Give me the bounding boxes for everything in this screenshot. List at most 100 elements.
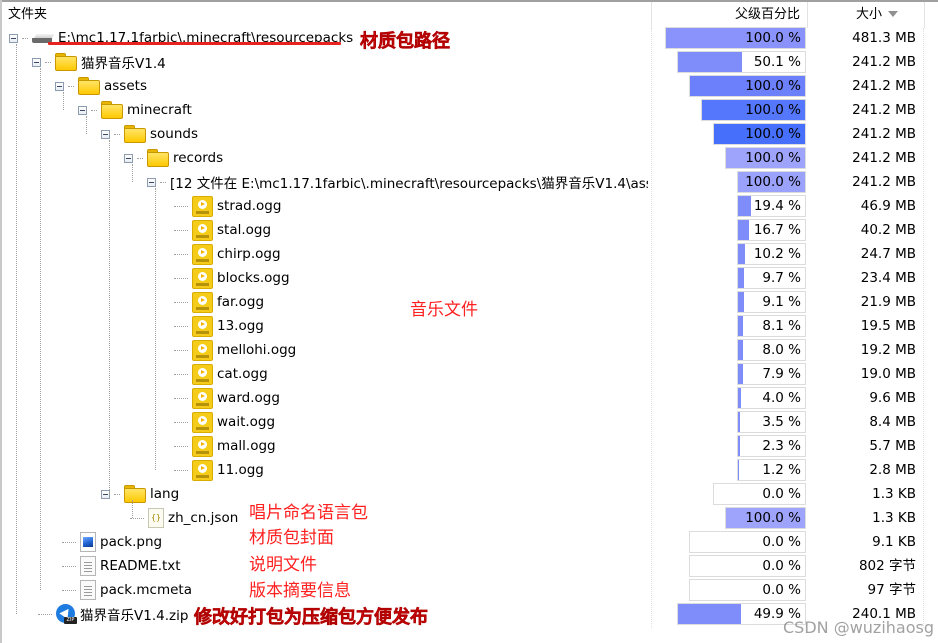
tree-row[interactable]: chirp.ogg 10.2 % 24.7 MB [0,242,938,266]
tree-connector [174,397,188,399]
column-header: 文件夹 父级百分比 大小 [2,2,938,28]
percent-bar: 10.2 % [737,243,806,265]
percent-bar-fill [738,244,745,264]
audio-file-icon [192,315,213,337]
tree-row[interactable]: pack.png 0.0 % 9.1 KB [0,530,938,554]
text-file-icon [80,556,96,576]
tree-guide-line [109,140,110,494]
percent-bar: 7.9 % [737,363,806,385]
column-header-size[interactable]: 大小 [810,2,898,28]
tree-connector [174,373,188,375]
percent-value: 0.0 % [762,558,801,574]
tree-cell: wait.ogg [174,410,275,434]
tree-cell: stal.ogg [174,218,271,242]
percent-value: 100.0 % [745,174,801,190]
tree-row[interactable]: {} zh_cn.json 100.0 % 1.3 KB [0,506,938,530]
tree-row[interactable]: strad.ogg 19.4 % 46.9 MB [0,194,938,218]
percent-value: 100.0 % [745,126,801,142]
size-value: 19.0 MB [860,366,916,382]
tree-row[interactable]: pack.mcmeta 0.0 % 97 字节 [0,578,938,602]
tree-row[interactable]: wait.ogg 3.5 % 8.4 MB [0,410,938,434]
item-name: assets [104,78,147,94]
percent-bar-fill [738,316,744,336]
tree-connector [22,37,28,39]
tree-connector [174,349,188,351]
item-name: minecraft [127,102,192,118]
tree-connector [174,229,188,231]
percent-value: 10.2 % [753,246,801,262]
percent-bar: 4.0 % [737,387,806,409]
audio-file-icon [192,339,213,361]
tree-guide-line [132,500,133,518]
collapse-toggle-icon[interactable] [124,153,133,163]
percent-bar-fill [738,196,751,216]
size-value: 481.3 MB [852,30,916,46]
tree-row[interactable]: records 100.0 % 241.2 MB [0,146,938,170]
collapse-toggle-icon[interactable] [55,81,64,91]
percent-bar: 0.0 % [713,483,806,505]
column-separator[interactable] [807,2,808,28]
size-value: 21.9 MB [860,294,916,310]
item-name: stal.ogg [217,222,272,238]
column-separator[interactable] [924,2,925,28]
tree-cell: minecraft [78,98,192,122]
column-header-percent[interactable]: 父级百分比 [652,2,800,28]
percent-value: 8.0 % [762,342,801,358]
tree-row[interactable]: sounds 100.0 % 241.2 MB [0,122,938,146]
zip-archive-icon: ZIP [56,604,77,624]
item-name: pack.mcmeta [100,582,192,598]
tree-cell: 13.ogg [174,314,264,338]
tree-cell: pack.png [62,530,162,554]
tree-row[interactable]: minecraft 100.0 % 241.2 MB [0,98,938,122]
size-value: 241.2 MB [852,78,916,94]
tree-row[interactable]: mall.ogg 2.3 % 5.7 MB [0,434,938,458]
tree-row[interactable]: blocks.ogg 9.7 % 23.4 MB [0,266,938,290]
annotation-path-label: 材质包路径 [360,31,451,53]
audio-file-icon [192,219,213,241]
collapse-toggle-icon[interactable] [78,105,87,115]
item-name: 猫界音乐V1.4.zip [80,608,189,624]
percent-bar-fill [738,220,750,240]
item-name: zh_cn.json [168,510,239,526]
column-header-folder[interactable]: 文件夹 [8,2,47,28]
item-name: strad.ogg [217,198,282,214]
tree-cell: mellohi.ogg [174,338,296,362]
folder-icon [55,53,77,71]
collapse-toggle-icon[interactable] [32,57,41,67]
percent-bar: 100.0 % [701,99,806,121]
tree-row[interactable]: stal.ogg 16.7 % 40.2 MB [0,218,938,242]
percent-value: 100.0 % [745,78,801,94]
collapse-toggle-icon[interactable] [147,177,156,187]
size-value: 40.2 MB [860,222,916,238]
tree-row[interactable]: lang 0.0 % 1.3 KB [0,482,938,506]
annotation-readme: 说明文件 [249,555,317,575]
collapse-toggle-icon[interactable] [9,33,18,43]
annotation-meta: 版本摘要信息 [249,581,351,601]
audio-file-icon [192,291,213,313]
size-value: 241.2 MB [852,150,916,166]
percent-bar-fill [738,340,744,360]
folder-icon [101,101,123,119]
tree-cell: README.txt [62,554,181,578]
tree-connector [45,61,51,63]
tree-row[interactable]: 11.ogg 1.2 % 2.8 MB [0,458,938,482]
tree-row[interactable]: assets 100.0 % 241.2 MB [0,74,938,98]
percent-value: 4.0 % [762,390,801,406]
tree-cell: 11.ogg [174,458,264,482]
tree-guide-line [132,164,133,182]
tree-cell: ZIP 猫界音乐V1.4.zip [38,602,188,626]
size-value: 19.5 MB [860,318,916,334]
tree-row[interactable]: [12 文件在 E:\mc1.17.1farbic\.minecraft\res… [0,170,938,194]
tree-row[interactable]: mellohi.ogg 8.0 % 19.2 MB [0,338,938,362]
tree-row[interactable]: E:\mc1.17.1farbic\.minecraft\resourcepac… [0,26,938,50]
percent-value: 8.1 % [762,318,801,334]
percent-bar-fill [678,604,742,624]
collapse-toggle-icon[interactable] [101,129,110,139]
audio-file-icon [192,267,213,289]
tree-row[interactable]: ward.ogg 4.0 % 9.6 MB [0,386,938,410]
tree-row[interactable]: README.txt 0.0 % 802 字节 [0,554,938,578]
percent-bar: 50.1 % [677,51,806,73]
tree-row[interactable]: cat.ogg 7.9 % 19.0 MB [0,362,938,386]
tree-connector [160,181,166,183]
tree-row[interactable]: 猫界音乐V1.4 50.1 % 241.2 MB [0,50,938,74]
